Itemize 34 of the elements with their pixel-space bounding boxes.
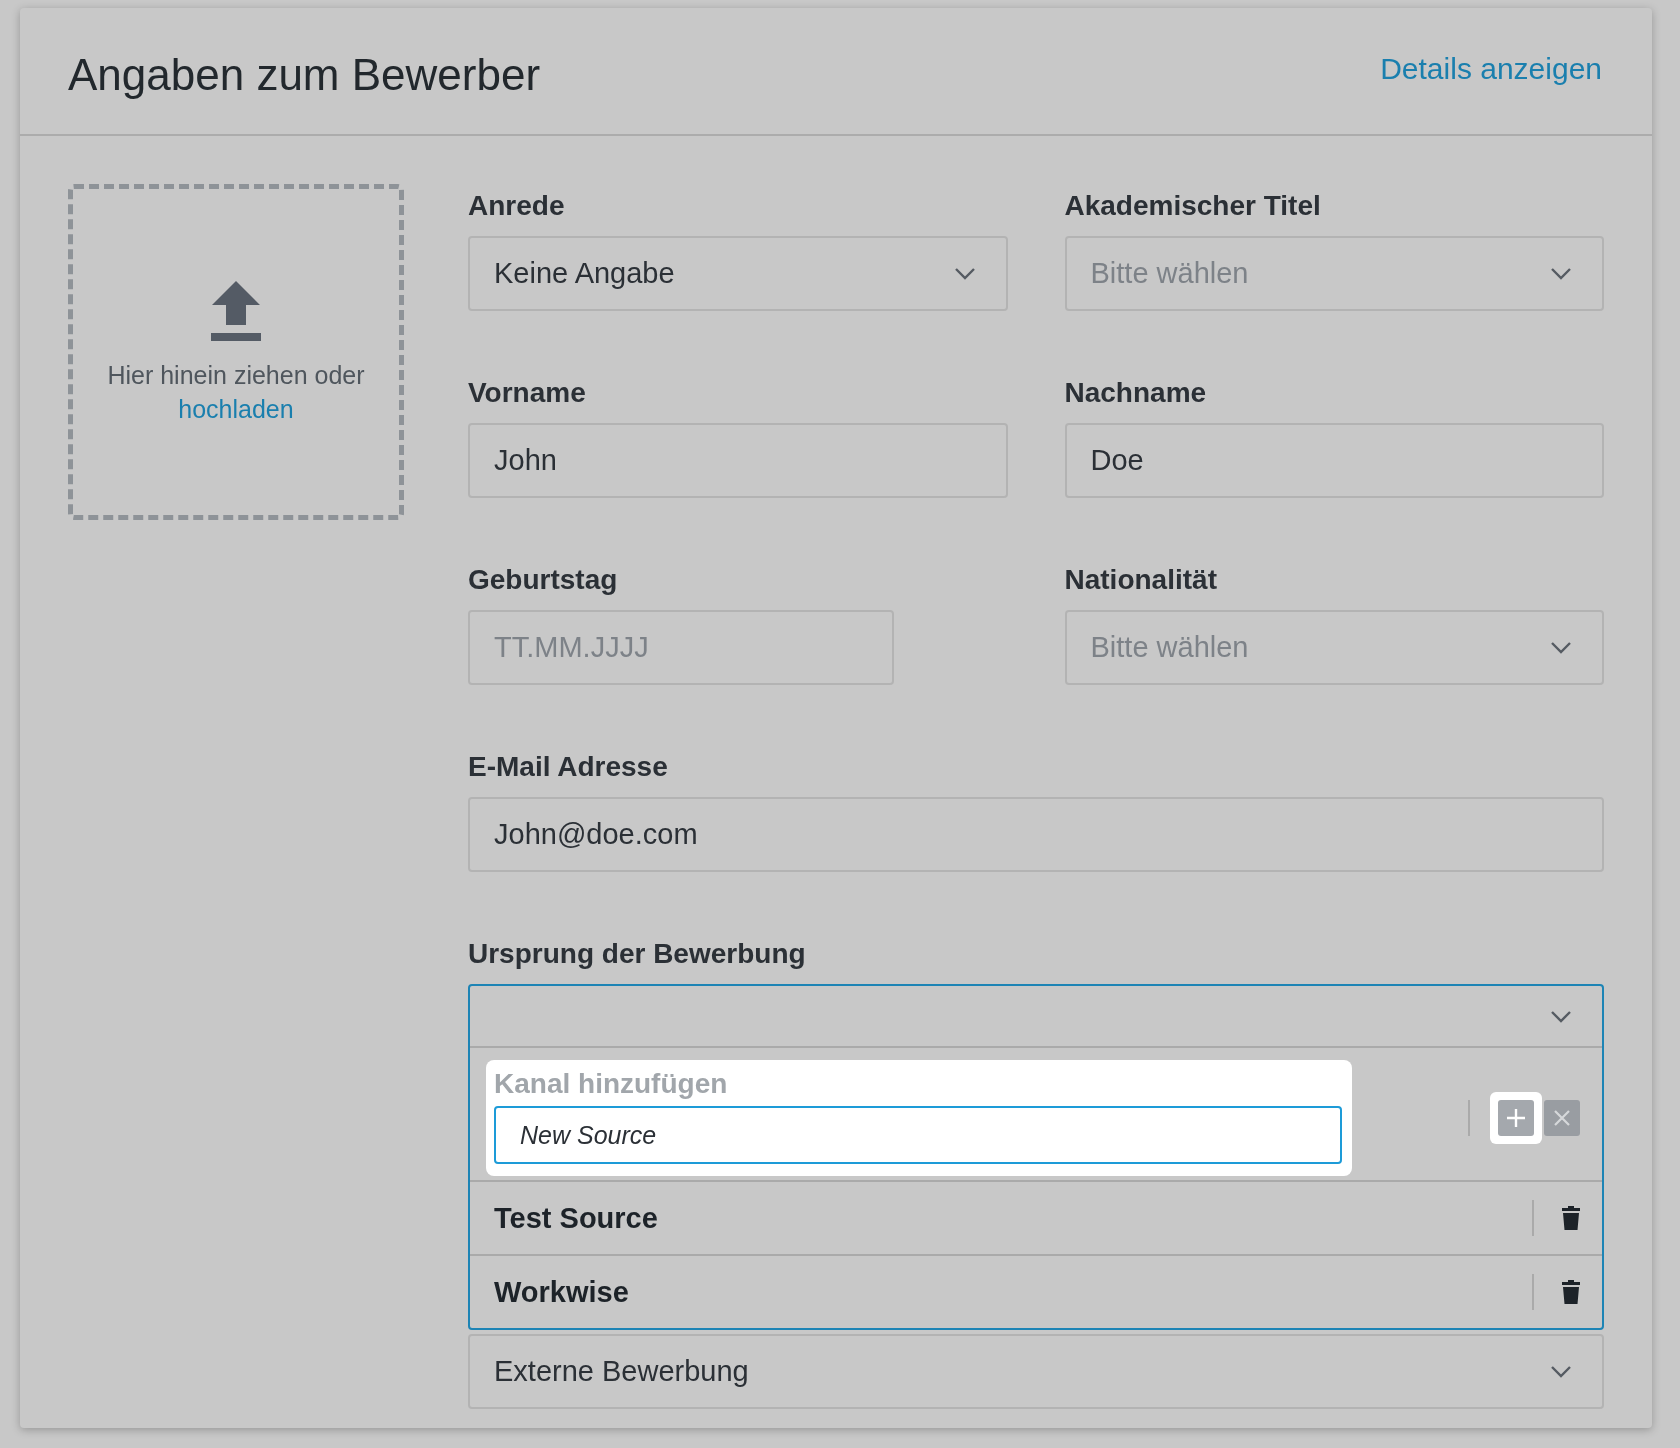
field-label: Anrede <box>468 189 565 223</box>
field-label: Vorname <box>468 376 586 410</box>
option-label[interactable]: Workwise <box>494 1275 1532 1309</box>
add-channel-label: Kanal hinzufügen <box>494 1068 728 1100</box>
input-field[interactable]: John <box>468 423 1008 498</box>
date-field[interactable]: TT.MM.JJJJ <box>468 610 894 685</box>
input-field[interactable]: John@doe.com <box>468 797 1604 872</box>
input-field[interactable]: New Source <box>494 1106 1342 1164</box>
delete-button[interactable] <box>1562 1206 1580 1230</box>
trash-icon <box>1562 1280 1580 1304</box>
select-field[interactable]: Keine Angabe <box>468 236 1008 311</box>
trash-icon <box>1562 1206 1580 1230</box>
upload-dropzone[interactable]: Hier hinein ziehen oder hochladen <box>68 184 404 520</box>
field-label: Nachname <box>1064 376 1207 410</box>
close-icon <box>1553 1109 1571 1127</box>
combobox[interactable]: Kanal hinzufügen New Source Test Source Workwise <box>468 984 1604 1330</box>
upload-text: Hier hinein ziehen oder <box>107 359 365 391</box>
field-label: Geburtstag <box>468 563 618 597</box>
input-field[interactable]: Doe <box>1064 423 1604 498</box>
chevron-down-icon <box>1550 267 1572 280</box>
plus-icon <box>1506 1108 1526 1128</box>
section-title: Angaben zum Bewerber <box>68 50 541 100</box>
field-label: Ursprung der Bewerbung <box>468 937 806 971</box>
delete-button[interactable] <box>1562 1280 1580 1304</box>
field-label: Nationalität <box>1064 563 1217 597</box>
chevron-down-icon <box>1550 641 1572 654</box>
chevron-down-icon <box>953 267 976 280</box>
upload-icon <box>211 280 261 341</box>
select-field[interactable]: Externe Bewerbung <box>468 1334 1604 1409</box>
field-label: E-Mail Adresse <box>468 750 668 784</box>
chevron-down-icon <box>1550 1009 1572 1023</box>
chevron-down-icon <box>1550 1365 1572 1378</box>
field-label: Akademischer Titel <box>1064 189 1321 223</box>
option-label[interactable]: Test Source <box>494 1201 1532 1235</box>
